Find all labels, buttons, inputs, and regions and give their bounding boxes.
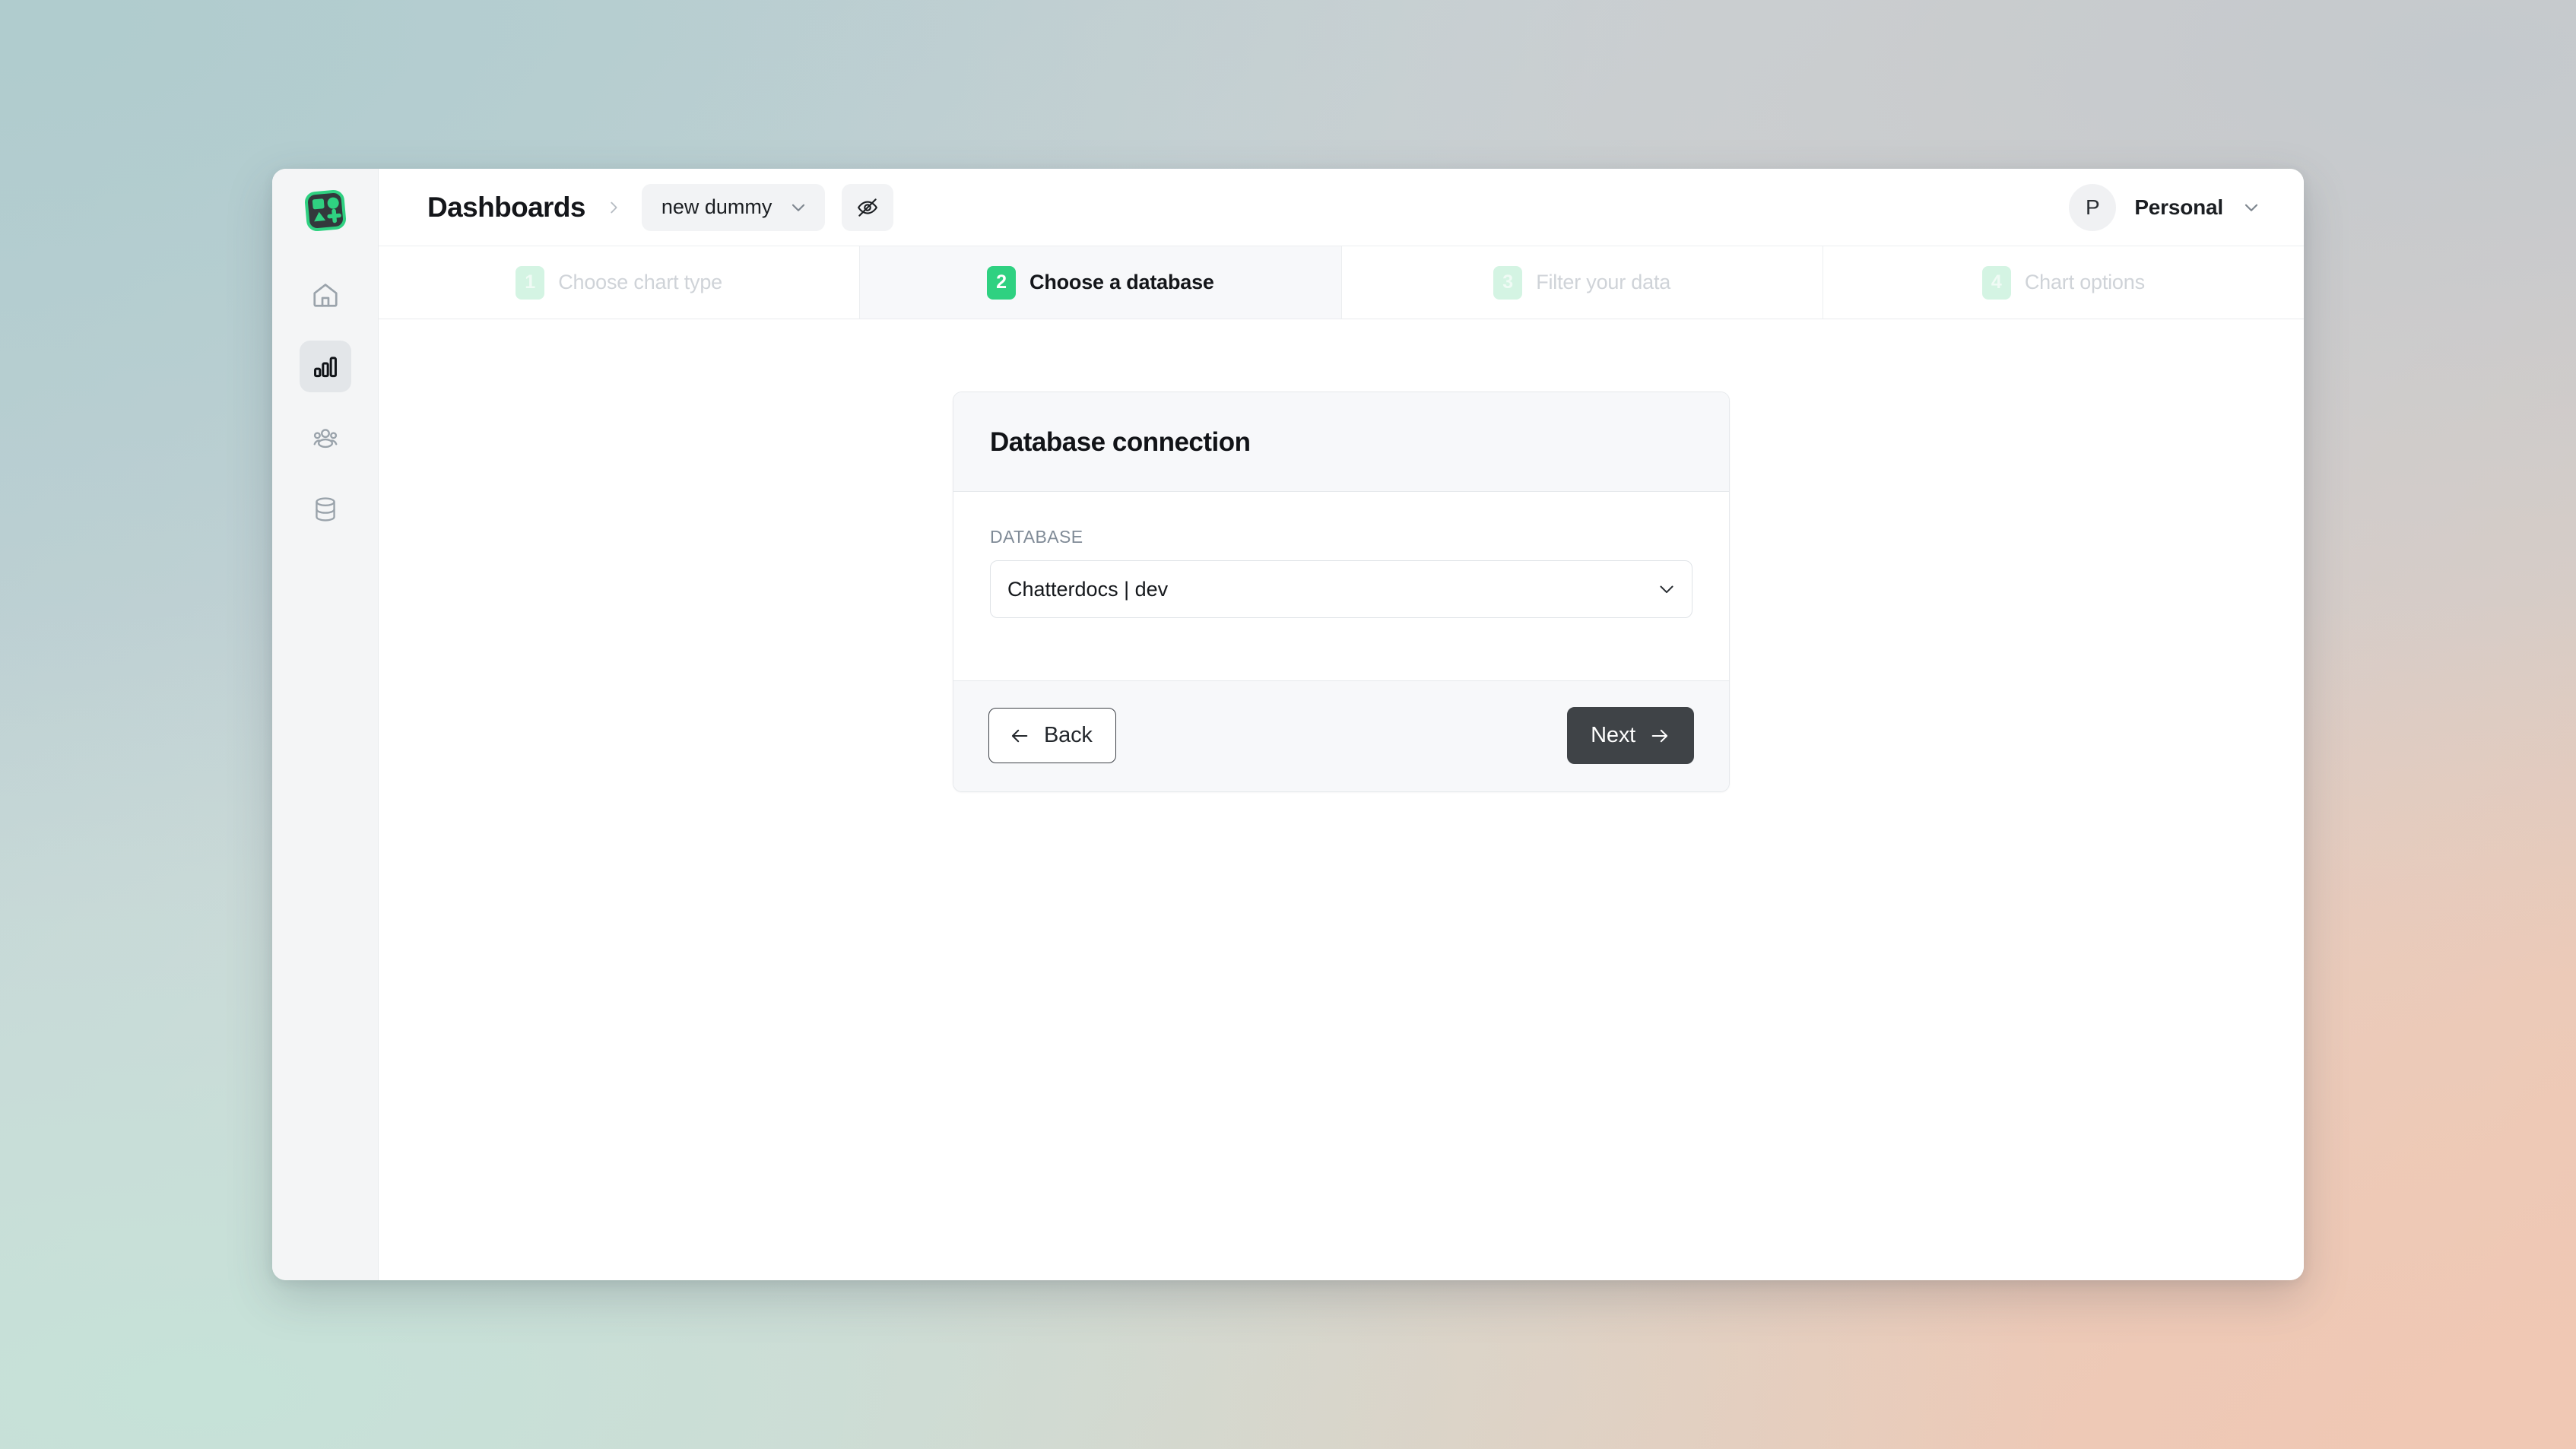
eye-off-icon [858, 198, 878, 217]
chevron-down-icon [2244, 204, 2258, 211]
brand-logo[interactable] [302, 187, 349, 234]
step-choose-chart-type[interactable]: 1 Choose chart type [379, 246, 861, 319]
visibility-toggle-button[interactable] [842, 183, 894, 231]
database-select-wrapper: Chatterdocs | dev [990, 560, 1692, 618]
sidebar-nav [299, 269, 351, 535]
account-menu[interactable]: P Personal [2069, 183, 2272, 231]
sidebar-item-home[interactable] [300, 269, 351, 321]
step-badge: 3 [1493, 265, 1523, 300]
database-select[interactable]: Chatterdocs | dev [990, 560, 1692, 618]
card-header: Database connection [953, 392, 1729, 492]
dashboard-select[interactable]: new dummy [641, 183, 826, 231]
sidebar-item-databases[interactable] [300, 484, 351, 535]
database-connection-card: Database connection DATABASE Chatterdocs… [953, 392, 1730, 792]
next-button[interactable]: Next [1567, 707, 1694, 764]
step-label: Filter your data [1536, 271, 1671, 293]
dashboard-select-value: new dummy [661, 195, 772, 218]
step-filter-your-data[interactable]: 3 Filter your data [1342, 246, 1823, 319]
sidebar-item-dashboards[interactable] [299, 341, 351, 392]
breadcrumb-root[interactable]: Dashboards [427, 192, 585, 224]
arrow-right-icon [1651, 729, 1668, 742]
step-label: Choose chart type [558, 271, 722, 293]
step-chart-options[interactable]: 4 Chart options [1823, 246, 2304, 319]
breadcrumb-separator [605, 196, 622, 219]
card-footer: Back Next [953, 680, 1729, 791]
card-title: Database connection [990, 427, 1251, 457]
sidebar [272, 169, 379, 1280]
database-select-value: Chatterdocs | dev [1007, 577, 1169, 601]
back-button[interactable]: Back [988, 708, 1116, 763]
chevron-down-icon [792, 204, 805, 211]
topbar: Dashboards new dummy P Personal [379, 169, 2304, 246]
database-field-label: DATABASE [990, 527, 1083, 547]
arrow-left-icon [1011, 729, 1028, 742]
back-button-label: Back [1044, 723, 1093, 747]
chevron-right-icon [611, 201, 617, 213]
app-window: Dashboards new dummy P Personal 1 Choose… [272, 169, 2304, 1280]
sidebar-item-team[interactable] [300, 412, 351, 464]
step-label: Chart options [2024, 271, 2145, 293]
step-label: Choose a database [1029, 271, 1214, 293]
step-badge: 2 [987, 265, 1017, 300]
home-icon [312, 284, 338, 307]
card-body: DATABASE Chatterdocs | dev [953, 492, 1729, 680]
step-choose-a-database[interactable]: 2 Choose a database [860, 246, 1342, 319]
step-badge: 1 [516, 265, 545, 300]
content-area: Database connection DATABASE Chatterdocs… [379, 319, 2304, 1280]
wizard-stepper: 1 Choose chart type 2 Choose a database … [379, 246, 2304, 319]
users-icon [313, 429, 337, 449]
avatar: P [2069, 183, 2117, 231]
bar-chart-icon [313, 357, 337, 378]
main-area: Dashboards new dummy P Personal 1 Choose… [379, 169, 2304, 1280]
next-button-label: Next [1591, 723, 1635, 747]
database-icon [315, 497, 335, 522]
account-name: Personal [2134, 195, 2223, 219]
step-badge: 4 [1981, 265, 2011, 300]
shapes-plus-logo-icon [304, 189, 346, 232]
